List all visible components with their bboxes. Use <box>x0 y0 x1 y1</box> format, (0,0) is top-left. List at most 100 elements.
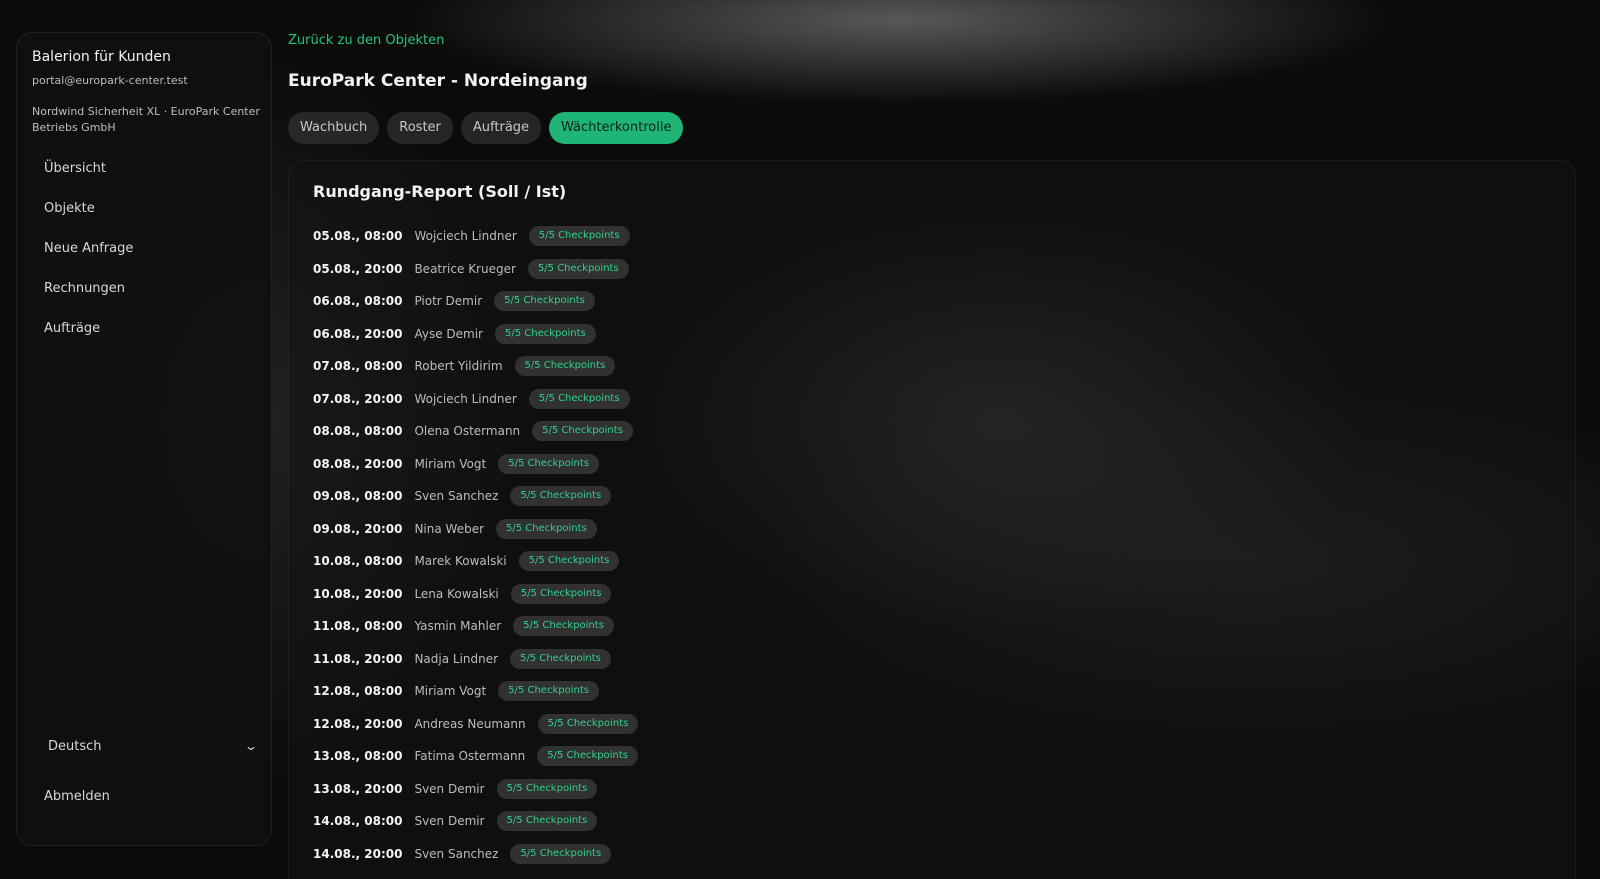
list-item: 11.08., 20:00 Nadja Lindner 5/5 Checkpoint… <box>313 643 638 676</box>
language-select[interactable]: Deutsch ⌄ <box>48 739 259 763</box>
guard-name: Nina Weber <box>414 521 485 536</box>
patrol-date: 11.08., 08:00 <box>313 619 403 634</box>
tab-bar: Wachbuch Roster Aufträge Wächterkontroll… <box>288 112 684 144</box>
checkpoint-status-badge: 5/5 Checkpoints <box>532 421 633 442</box>
guard-name: Ayse Demir <box>414 326 483 341</box>
user-email: portal@europark-center.test <box>32 74 188 87</box>
language-select-value: Deutsch <box>48 739 102 754</box>
patrol-date: 10.08., 08:00 <box>313 554 403 569</box>
list-item: 13.08., 20:00 Sven Demir 5/5 Checkpoints <box>313 773 638 806</box>
patrol-date: 09.08., 08:00 <box>313 489 403 504</box>
guard-name: Beatrice Krueger <box>414 261 516 276</box>
checkpoint-status-badge: 5/5 Checkpoints <box>494 323 596 344</box>
guard-name: Yasmin Mahler <box>414 619 502 634</box>
patrol-date: 07.08., 08:00 <box>313 359 403 374</box>
list-item: 14.08., 08:00 Sven Demir 5/5 Checkpoints <box>313 805 638 838</box>
list-item: 13.08., 08:00 Fatima Ostermann 5/5 Checkpo… <box>313 740 639 773</box>
guard-name: Sven Sanchez <box>414 489 499 504</box>
guard-name: Wojciech Lindner <box>414 229 517 244</box>
patrol-date: 09.08., 20:00 <box>313 521 403 536</box>
list-item: 09.08., 20:00 Nina Weber 5/5 Checkpoints <box>313 513 638 546</box>
sidebar-nav: Übersicht Objekte Neue Anfrage Rechnunge… <box>17 149 271 349</box>
list-item: 06.08., 20:00 Ayse Demir 5/5 Checkpoints <box>313 318 638 351</box>
list-item: 07.08., 20:00 Wojciech Lindner 5/5 Checkpo… <box>313 383 638 416</box>
list-item: 05.08., 20:00 Beatrice Krueger 5/5 Checkpo… <box>313 253 638 286</box>
patrol-date: 07.08., 20:00 <box>313 391 403 406</box>
tab-roster[interactable]: Roster <box>387 112 453 144</box>
guard-name: Wojciech Lindner <box>414 391 517 406</box>
sidebar-item-objekte[interactable]: Objekte <box>17 189 271 229</box>
report-list: 05.08., 08:00 Wojciech Lindner 5/5 Checkpo… <box>313 220 639 871</box>
checkpoint-status-badge: 5/5 Checkpoints <box>513 616 614 637</box>
sidebar-item-uebersicht[interactable]: Übersicht <box>17 149 271 189</box>
guard-name: Sven Demir <box>414 781 485 796</box>
brand-title: Balerion für Kunden <box>32 49 171 65</box>
report-title: Rundgang-Report (Soll / Ist) <box>313 182 567 201</box>
checkpoint-status-badge: 5/5 Checkpoints <box>527 258 629 279</box>
guard-name: Piotr Demir <box>414 294 483 309</box>
patrol-date: 13.08., 08:00 <box>313 749 403 764</box>
checkpoint-status-badge: 5/5 Checkpoints <box>498 681 599 702</box>
checkpoint-status-badge: 5/5 Checkpoints <box>518 551 620 572</box>
guard-name: Sven Sanchez <box>414 846 499 861</box>
patrol-date: 08.08., 08:00 <box>313 424 403 439</box>
sidebar: Balerion für Kunden portal@europark-cent… <box>16 32 272 846</box>
patrol-date: 12.08., 08:00 <box>313 684 403 699</box>
organization-name: Nordwind Sicherheit XL · EuroPark Center… <box>32 105 260 134</box>
sidebar-item-auftraege[interactable]: Aufträge <box>17 309 271 349</box>
guard-name: Miriam Vogt <box>414 684 487 699</box>
patrol-date: 06.08., 20:00 <box>313 326 403 341</box>
back-to-objects-link[interactable]: Zurück zu den Objekten <box>288 33 444 48</box>
checkpoint-status-badge: 5/5 Checkpoints <box>537 713 639 734</box>
tab-waechterkontrolle[interactable]: Wächterkontrolle <box>549 112 684 144</box>
checkpoint-status-badge: 5/5 Checkpoints <box>494 291 595 312</box>
list-item: 08.08., 08:00 Olena Ostermann 5/5 Checkpoi… <box>313 415 638 448</box>
list-item: 10.08., 20:00 Lena Kowalski 5/5 Checkpoint… <box>313 578 638 611</box>
patrol-date: 14.08., 20:00 <box>313 846 403 861</box>
list-item: 09.08., 08:00 Sven Sanchez 5/5 Checkpoints <box>313 480 638 513</box>
list-item: 07.08., 08:00 Robert Yildirim 5/5 Checkpoi… <box>313 350 638 383</box>
list-item: 12.08., 08:00 Miriam Vogt 5/5 Checkpoints <box>313 675 638 708</box>
sidebar-item-neue-anfrage[interactable]: Neue Anfrage <box>17 229 271 269</box>
tab-wachbuch[interactable]: Wachbuch <box>288 112 380 144</box>
checkpoint-status-badge: 5/5 Checkpoints <box>514 356 616 377</box>
guard-name: Andreas Neumann <box>414 716 526 731</box>
patrol-date: 14.08., 08:00 <box>313 814 403 829</box>
patrol-date: 05.08., 20:00 <box>313 261 403 276</box>
chevron-down-icon: ⌄ <box>243 739 259 753</box>
patrol-date: 13.08., 20:00 <box>313 781 403 796</box>
guard-name: Marek Kowalski <box>414 554 507 569</box>
guard-name: Nadja Lindner <box>414 651 499 666</box>
checkpoint-status-badge: 5/5 Checkpoints <box>498 453 599 474</box>
checkpoint-status-badge: 5/5 Checkpoints <box>510 648 611 669</box>
checkpoint-status-badge: 5/5 Checkpoints <box>496 778 598 799</box>
checkpoint-status-badge: 5/5 Checkpoints <box>537 746 639 767</box>
list-item: 14.08., 20:00 Sven Sanchez 5/5 Checkpoints <box>313 838 638 871</box>
checkpoint-status-badge: 5/5 Checkpoints <box>510 486 612 507</box>
checkpoint-status-badge: 5/5 Checkpoints <box>528 226 630 247</box>
patrol-report-panel: Rundgang-Report (Soll / Ist) 05.08., 08:… <box>288 160 1576 879</box>
checkpoint-status-badge: 5/5 Checkpoints <box>510 843 612 864</box>
guard-name: Miriam Vogt <box>414 456 487 471</box>
list-item: 08.08., 20:00 Miriam Vogt 5/5 Checkpoints <box>313 448 638 481</box>
patrol-date: 12.08., 20:00 <box>313 716 403 731</box>
patrol-date: 10.08., 20:00 <box>313 586 403 601</box>
logout-button[interactable]: Abmelden <box>44 789 110 804</box>
sidebar-item-rechnungen[interactable]: Rechnungen <box>17 269 271 309</box>
list-item: 12.08., 20:00 Andreas Neumann 5/5 Checkpoi… <box>313 708 639 741</box>
list-item: 11.08., 08:00 Yasmin Mahler 5/5 Checkpoint… <box>313 610 638 643</box>
guard-name: Olena Ostermann <box>414 424 521 439</box>
page-title: EuroPark Center - Nordeingang <box>288 71 588 91</box>
checkpoint-status-badge: 5/5 Checkpoints <box>496 811 598 832</box>
patrol-date: 06.08., 08:00 <box>313 294 403 309</box>
patrol-date: 11.08., 20:00 <box>313 651 403 666</box>
guard-name: Robert Yildirim <box>414 359 503 374</box>
list-item: 05.08., 08:00 Wojciech Lindner 5/5 Checkpo… <box>313 220 638 253</box>
tab-auftraege[interactable]: Aufträge <box>460 112 542 144</box>
checkpoint-status-badge: 5/5 Checkpoints <box>510 583 612 604</box>
patrol-date: 05.08., 08:00 <box>313 229 403 244</box>
checkpoint-status-badge: 5/5 Checkpoints <box>528 388 630 409</box>
guard-name: Lena Kowalski <box>414 586 499 601</box>
list-item: 06.08., 08:00 Piotr Demir 5/5 Checkpoints <box>313 285 638 318</box>
list-item: 10.08., 08:00 Marek Kowalski 5/5 Checkpoin… <box>313 545 638 578</box>
